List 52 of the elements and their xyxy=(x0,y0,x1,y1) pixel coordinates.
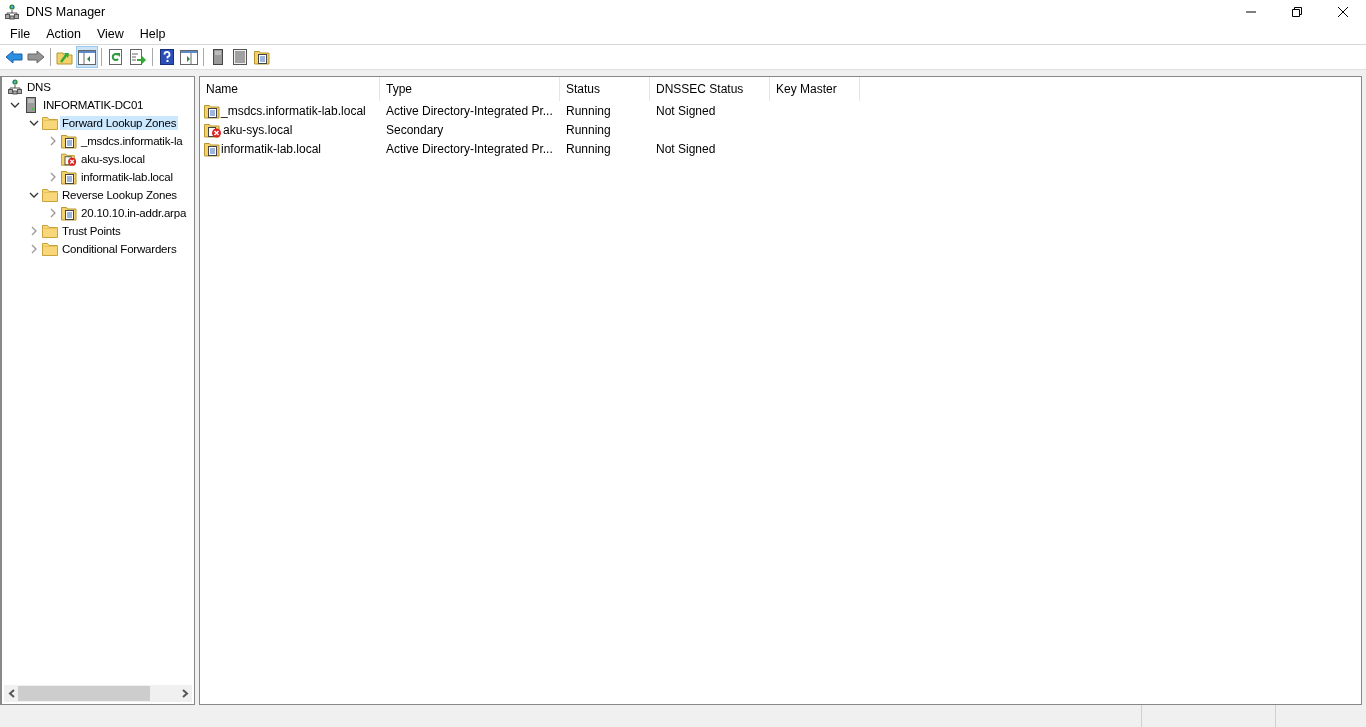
folder-icon xyxy=(42,224,58,238)
tree-item[interactable]: DNS xyxy=(25,80,53,94)
table-cell[interactable]: _msdcs.informatik-lab.local xyxy=(221,103,366,118)
table-cell-text: Running xyxy=(565,141,612,156)
table-cell-text: Active Directory-Integrated Pr... xyxy=(385,103,554,118)
column-header[interactable]: Type xyxy=(380,77,560,101)
table-cell-text: Not Signed xyxy=(655,141,717,156)
zone-file-icon xyxy=(61,169,77,185)
restore-icon[interactable] xyxy=(1291,5,1303,18)
menu-item[interactable]: File xyxy=(2,26,39,41)
dns-server-icon xyxy=(7,79,23,95)
table-cell-text: Secondary xyxy=(385,122,445,137)
tree-item[interactable]: Trust Points xyxy=(60,224,123,238)
zone-error-icon xyxy=(204,121,222,138)
table-cell-text: Running xyxy=(565,103,612,118)
column-header[interactable]: Key Master xyxy=(770,77,860,101)
scroll-left-icon[interactable] xyxy=(7,689,15,698)
tree-item[interactable]: 20.10.10.in-addr.arpa xyxy=(79,206,189,220)
export-list-icon[interactable] xyxy=(127,46,149,68)
column-header[interactable]: Status xyxy=(560,77,650,101)
zone-file-icon xyxy=(204,102,220,119)
tree-item[interactable]: _msdcs.informatik-la xyxy=(79,134,185,148)
column-header[interactable]: Name xyxy=(200,77,380,101)
server-icon xyxy=(23,97,39,113)
tree-item[interactable]: aku-sys.local xyxy=(79,152,147,166)
window-title: DNS Manager xyxy=(26,4,106,19)
folder-icon xyxy=(42,188,58,202)
table-cell[interactable]: informatik-lab.local xyxy=(221,141,322,156)
scroll-right-icon[interactable] xyxy=(181,689,189,698)
folder-icon xyxy=(42,116,58,130)
table-cell-text: Active Directory-Integrated Pr... xyxy=(385,141,554,156)
menu-item[interactable]: Action xyxy=(38,26,89,41)
column-header[interactable]: DNSSEC Status xyxy=(650,77,770,101)
table-cell-text: Running xyxy=(565,122,612,137)
folder-icon xyxy=(42,242,58,256)
menu-item[interactable]: Help xyxy=(131,26,174,41)
zone-file-icon xyxy=(61,205,77,221)
zone-file-icon xyxy=(61,133,77,149)
scrollbar-thumb[interactable] xyxy=(18,686,150,701)
menu-item[interactable]: View xyxy=(88,26,132,41)
table-cell[interactable]: aku-sys.local xyxy=(223,122,293,137)
zone-file-icon xyxy=(204,140,220,157)
close-icon[interactable] xyxy=(1337,5,1349,18)
console-tree-icon[interactable] xyxy=(76,46,98,68)
zone-error-icon xyxy=(61,151,77,167)
dns-server-icon xyxy=(5,3,19,20)
table-cell-text: Not Signed xyxy=(655,103,717,118)
tree-item[interactable]: Conditional Forwarders xyxy=(60,242,179,256)
tree-item[interactable]: Forward Lookup Zones xyxy=(60,116,179,130)
tree-item[interactable]: Reverse Lookup Zones xyxy=(60,188,179,202)
tree-item[interactable]: INFORMATIK-DC01 xyxy=(41,98,146,112)
tree-item[interactable]: informatik-lab.local xyxy=(79,170,175,184)
